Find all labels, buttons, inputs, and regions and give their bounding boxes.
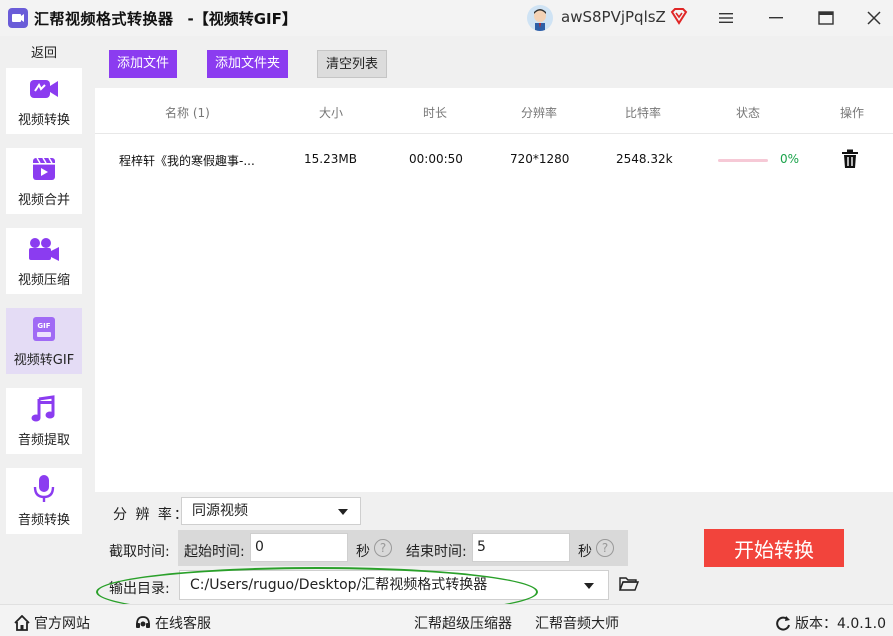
end-time-label: 结束时间: — [406, 544, 467, 560]
column-header-action: 操作 — [840, 106, 865, 120]
clip-time-group: 起始时间: 0 秒 ? 结束时间: 5 秒 ? — [178, 530, 628, 566]
video-convert-icon — [29, 75, 59, 103]
status-bar: 官方网站 在线客服 汇帮超级压缩器 汇帮音频大师 版本：4.0.1.0 — [0, 604, 893, 636]
refresh-icon — [776, 616, 790, 631]
start-convert-button[interactable]: 开始转换 — [704, 529, 844, 567]
column-header-size: 大小 — [319, 106, 344, 120]
file-list: 名称 (1) 大小 时长 分辨率 比特率 状态 操作 程梓轩《我的寒假趣事-..… — [95, 88, 893, 492]
column-header-duration: 时长 — [423, 106, 448, 120]
delete-icon[interactable] — [841, 149, 859, 173]
end-time-input[interactable]: 5 — [472, 533, 570, 562]
version-info[interactable]: 版本：4.0.1.0 — [775, 613, 886, 633]
start-time-label: 起始时间: — [184, 544, 245, 560]
title-bar: 汇帮视频格式转换器 -【视频转GIF】 awS8PVjPqlsZ — [0, 0, 893, 36]
end-time-unit: 秒 — [578, 544, 592, 560]
audio-master-link[interactable]: 汇帮音频大师 — [535, 613, 619, 633]
file-bitrate: 2548.32k — [616, 152, 673, 166]
support-link[interactable]: 在线客服 — [135, 613, 211, 633]
compressor-link[interactable]: 汇帮超级压缩器 — [414, 613, 512, 633]
progress-percent: 0% — [780, 152, 800, 166]
app-title: 汇帮视频格式转换器 — [34, 9, 174, 28]
column-header-status: 状态 — [736, 106, 761, 120]
music-note-icon — [31, 394, 57, 423]
sidebar-item-video-compress[interactable]: 视频压缩 — [6, 228, 82, 294]
back-button[interactable]: 返回 — [4, 42, 84, 62]
output-dir-select[interactable]: C:/Users/ruguo/Desktop/汇帮视频格式转换器 — [179, 570, 609, 600]
sidebar-item-audio-extract[interactable]: 音频提取 — [6, 388, 82, 454]
sidebar-item-label: 视频转GIF — [13, 352, 75, 368]
microphone-icon — [32, 474, 56, 503]
avatar[interactable] — [527, 5, 553, 31]
add-file-button[interactable]: 添加文件 — [109, 50, 178, 78]
video-compress-icon — [27, 235, 61, 263]
minimize-icon[interactable] — [766, 8, 786, 28]
close-icon[interactable] — [864, 8, 884, 28]
column-header-bitrate: 比特率 — [625, 106, 662, 120]
table-header: 名称 (1) 大小 时长 分辨率 比特率 状态 操作 — [95, 88, 893, 134]
app-logo-icon — [8, 8, 28, 28]
clear-list-button[interactable]: 清空列表 — [317, 50, 388, 78]
resolution-value: 同源视频 — [192, 503, 248, 519]
add-folder-button[interactable]: 添加文件夹 — [207, 50, 289, 78]
sidebar-item-label: 音频转换 — [17, 512, 70, 528]
help-icon[interactable]: ? — [596, 539, 614, 557]
resolution-label: 分 辨 率： — [113, 507, 190, 523]
chevron-down-icon — [338, 509, 348, 515]
vip-diamond-icon[interactable] — [669, 6, 689, 30]
clip-time-label: 截取时间: — [109, 544, 170, 560]
website-link[interactable]: 官方网站 — [14, 613, 90, 633]
help-icon[interactable]: ? — [374, 539, 392, 557]
file-resolution: 720*1280 — [510, 152, 570, 166]
sidebar-item-video-to-gif[interactable]: GIF 视频转GIF — [6, 308, 82, 374]
headset-icon — [136, 616, 150, 628]
resolution-select[interactable]: 同源视频 — [181, 497, 361, 525]
column-header-name[interactable]: 名称 (1) — [165, 104, 210, 121]
window-subtitle: -【视频转GIF】 — [187, 9, 297, 28]
toolbar: 添加文件 添加文件夹 清空列表 — [95, 40, 893, 88]
menu-icon[interactable] — [716, 8, 736, 28]
svg-text:GIF: GIF — [37, 322, 50, 330]
settings-panel: 分 辨 率： 同源视频 截取时间: 起始时间: 0 秒 ? 结束时间: 5 秒 … — [95, 492, 893, 617]
user-name[interactable]: awS8PVjPqlsZ — [561, 8, 666, 26]
chevron-down-icon — [584, 583, 594, 589]
output-dir-label: 输出目录: — [109, 581, 170, 597]
gif-icon: GIF — [30, 315, 58, 343]
sidebar-item-label: 视频合并 — [17, 192, 70, 208]
sidebar-item-video-merge[interactable]: 视频合并 — [6, 148, 82, 214]
file-duration: 00:00:50 — [409, 152, 463, 166]
start-time-input[interactable]: 0 — [250, 533, 348, 562]
maximize-icon[interactable] — [816, 8, 836, 28]
file-name: 程梓轩《我的寒假趣事-... — [119, 154, 255, 168]
website-label: 官方网站 — [34, 616, 90, 632]
video-merge-icon — [31, 155, 57, 183]
sidebar-item-label: 视频转换 — [17, 112, 70, 128]
sidebar-item-audio-convert[interactable]: 音频转换 — [6, 468, 82, 534]
table-row[interactable]: 程梓轩《我的寒假趣事-... 15.23MB 00:00:50 720*1280… — [95, 144, 893, 176]
output-dir-value: C:/Users/ruguo/Desktop/汇帮视频格式转换器 — [190, 577, 488, 593]
column-header-resolution: 分辨率 — [521, 106, 558, 120]
sidebar-item-label: 视频压缩 — [17, 272, 70, 288]
start-time-unit: 秒 — [356, 544, 370, 560]
sidebar: 返回 视频转换 视频合并 视频压缩 GIF 视频转GIF 音频提取 音频转换 — [0, 40, 90, 603]
version-label: 版本：4.0.1.0 — [795, 616, 886, 632]
progress-bar — [718, 159, 768, 162]
home-icon — [14, 615, 30, 631]
sidebar-item-label: 音频提取 — [17, 432, 70, 448]
open-folder-icon[interactable] — [618, 576, 640, 596]
file-size: 15.23MB — [304, 152, 357, 166]
support-label: 在线客服 — [155, 616, 211, 632]
sidebar-item-video-convert[interactable]: 视频转换 — [6, 68, 82, 134]
